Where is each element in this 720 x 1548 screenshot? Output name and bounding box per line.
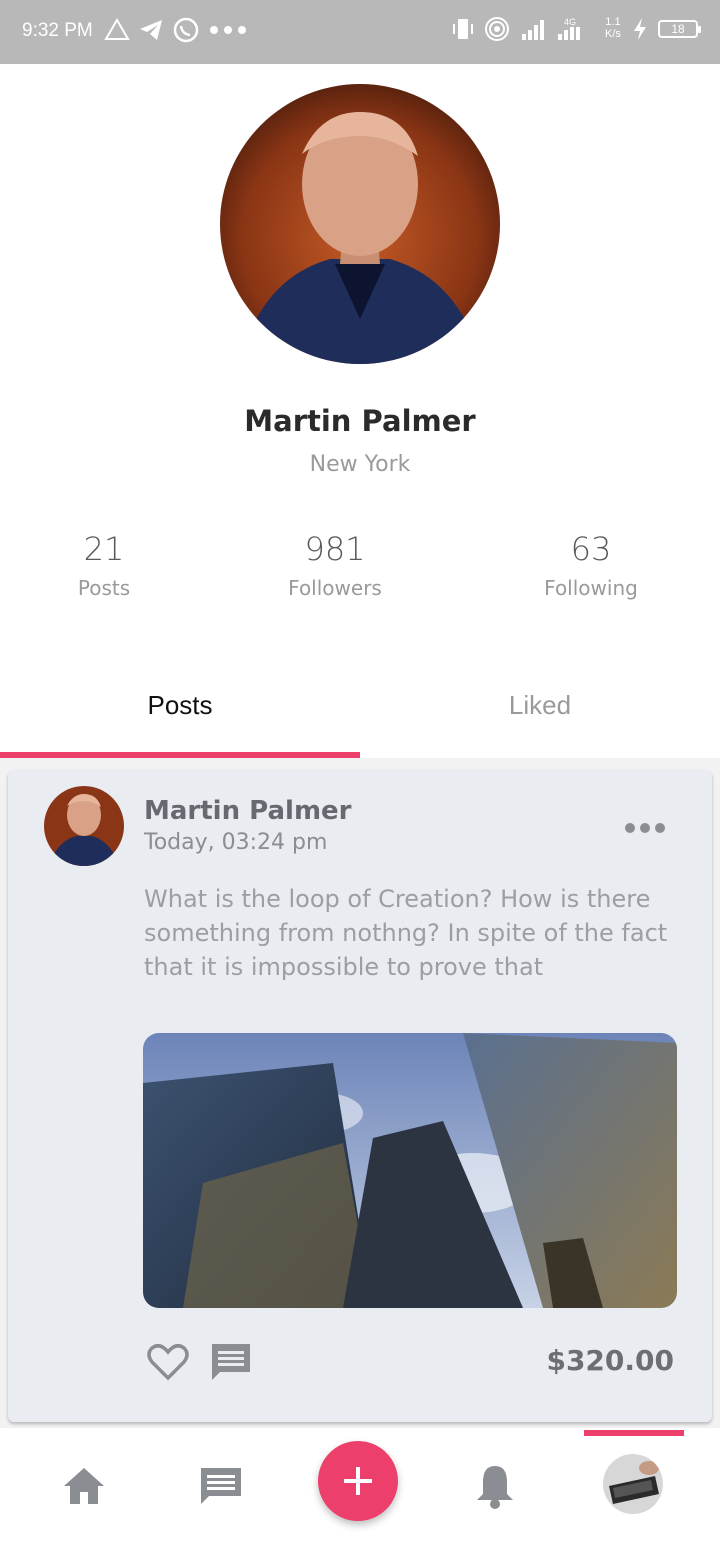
profile-name: Martin Palmer [244,404,476,438]
whatsapp-icon [173,17,199,43]
signal-4g-icon: 4G [558,17,580,40]
stat-following[interactable]: 63 Following [491,530,691,600]
post-author-name[interactable]: Martin Palmer [144,796,352,826]
nav-active-indicator [584,1430,684,1436]
chat-icon[interactable] [193,1458,249,1514]
bottom-navigation [0,1430,720,1548]
tab-posts[interactable]: Posts [0,690,360,721]
status-time: 9:32 PM [22,20,93,41]
post-price: $320.00 [546,1344,674,1377]
telegram-icon [140,20,162,40]
stat-following-value: 63 [570,530,612,568]
post-image[interactable] [143,1033,677,1308]
post-text: What is the loop of Creation? How is the… [144,885,668,981]
vibrate-icon [453,19,473,39]
profile-location: New York [309,452,411,477]
more-options-icon[interactable] [620,808,670,848]
add-post-button[interactable] [318,1441,398,1521]
profile-avatar-large[interactable] [220,84,500,364]
system-icons: 4G 18 [452,16,701,42]
post-author-avatar[interactable] [44,786,124,866]
home-icon[interactable] [56,1458,112,1514]
stat-followers-value: 981 [304,530,366,568]
network-speed: 1.1 K/s [605,16,621,40]
stat-posts-label: Posts [77,576,131,600]
post-timestamp: Today, 03:24 pm [144,830,328,855]
bell-icon[interactable] [467,1458,523,1514]
hotspot-icon [485,17,509,41]
post-card[interactable]: Martin Palmer Today, 03:24 pm What is th… [8,770,712,1422]
warning-icon [104,18,130,40]
svg-text:4G: 4G [564,17,576,27]
charging-icon [634,18,646,40]
stat-posts-value: 21 [83,530,125,568]
profile-avatar[interactable] [603,1454,663,1514]
stat-followers[interactable]: 981 Followers [235,530,435,600]
stat-followers-label: Followers [288,576,382,600]
more-notifications-icon [210,26,246,34]
like-heart-icon[interactable] [146,1340,190,1384]
signal-icon [522,20,544,40]
stat-posts[interactable]: 21 Posts [4,530,204,600]
status-bar: 9:32 PM 4G 18 1.1 K/s [0,0,720,64]
stat-following-label: Following [544,576,638,600]
tab-liked[interactable]: Liked [360,690,720,721]
comment-icon[interactable] [208,1340,254,1384]
notification-icons [104,16,248,44]
add-icon [344,1467,372,1495]
battery-indicator: 18 [658,20,701,38]
